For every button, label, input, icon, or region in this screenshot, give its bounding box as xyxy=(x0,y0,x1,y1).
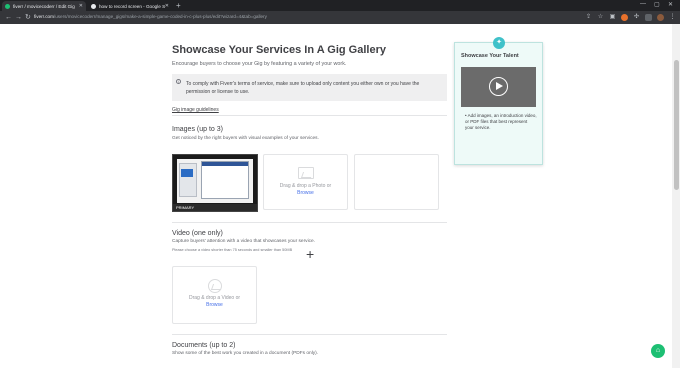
photo-drop-text: Drag & drop a Photo or xyxy=(279,183,332,189)
photo-dropzone[interactable]: Drag & drop a Photo or Browse xyxy=(263,154,348,210)
tab-google-search[interactable]: how to record screen - Google S ✕ xyxy=(88,1,172,11)
photo-placeholder-icon xyxy=(298,167,314,179)
video-dropzone[interactable]: Drag & drop a Video or Browse xyxy=(172,266,257,324)
maximize-icon[interactable]: ▢ xyxy=(654,1,660,8)
mouse-cursor-crosshair: + xyxy=(306,246,315,262)
primary-image-thumbnail[interactable]: PRIMARY xyxy=(172,154,258,212)
terms-notice: i To comply with Fiverr's terms of servi… xyxy=(172,74,447,101)
tab-fiverr-edit-gig[interactable]: fiverr / movicecoderr / Edit Gig ✕ xyxy=(2,1,86,11)
new-tab-button[interactable]: + xyxy=(176,1,181,10)
forward-icon[interactable]: → xyxy=(15,13,22,22)
browser-tab-strip: fiverr / movicecoderr / Edit Gig ✕ how t… xyxy=(0,0,680,11)
extension-grey-icon[interactable] xyxy=(645,14,652,21)
gig-gallery-page: Showcase Your Services In A Gig Gallery … xyxy=(0,24,672,368)
extension-orange-icon[interactable] xyxy=(621,14,628,21)
share-icon[interactable]: ⇪ xyxy=(585,14,592,21)
lightbulb-icon: ✦ xyxy=(493,37,505,49)
close-tab-icon[interactable]: ✕ xyxy=(165,3,169,9)
images-section-title: Images (up to 3) xyxy=(172,126,223,133)
images-section-desc: Get noticed by the right buyers with vis… xyxy=(172,136,319,141)
divider xyxy=(172,222,447,223)
showcase-tip-card: ✦ Showcase Your Talent • Add images, an … xyxy=(454,37,543,165)
google-favicon-icon xyxy=(91,3,96,9)
tip-bullet: • Add images, an introduction video, or … xyxy=(465,113,537,130)
fiverr-favicon-icon xyxy=(5,3,10,9)
address-bar[interactable]: fiverr.com/users/movicecoderr/manage_gig… xyxy=(34,13,574,23)
scrollbar-thumb[interactable] xyxy=(673,60,679,190)
video-drop-text: Drag & drop a Video or xyxy=(188,295,241,301)
profile-avatar-icon[interactable] xyxy=(657,14,664,21)
close-window-icon[interactable]: ✕ xyxy=(668,1,673,8)
play-icon[interactable] xyxy=(489,77,508,96)
puzzle-icon[interactable]: ✣ xyxy=(633,14,640,21)
minimize-icon[interactable]: — xyxy=(640,1,646,7)
video-section-title: Video (one only) xyxy=(172,230,223,237)
empty-image-slot[interactable] xyxy=(354,154,439,210)
page-scrollbar[interactable] xyxy=(672,24,680,368)
notice-text: To comply with Fiverr's terms of service… xyxy=(186,81,420,95)
video-section-desc: Capture buyers' attention with a video t… xyxy=(172,239,316,244)
video-browse-link[interactable]: Browse xyxy=(173,302,256,308)
page-subtitle: Encourage buyers to choose your Gig by f… xyxy=(172,61,347,67)
close-tab-icon[interactable]: ✕ xyxy=(79,3,83,9)
bookmark-star-icon[interactable]: ☆ xyxy=(597,14,604,21)
url-text: fiverr.com/users/movicecoderr/manage_gig… xyxy=(34,14,267,19)
video-size-note: Please choose a video shorter than 75 se… xyxy=(172,248,293,252)
gig-image-guidelines-link[interactable]: Gig image guidelines xyxy=(172,107,219,113)
tip-video-preview[interactable] xyxy=(461,67,536,107)
url-host: fiverr.com xyxy=(34,14,54,19)
home-icon: ⌂ xyxy=(655,347,661,354)
tip-title: Showcase Your Talent xyxy=(461,53,519,59)
reload-icon[interactable]: ↻ xyxy=(25,13,31,22)
tab-title: how to record screen - Google S xyxy=(99,3,166,9)
extension-icon[interactable]: ▣ xyxy=(609,14,616,21)
documents-section-title: Documents (up to 2) xyxy=(172,342,236,349)
documents-section-desc: Show some of the best work you created i… xyxy=(172,351,319,356)
divider xyxy=(172,115,447,116)
url-path: /users/movicecoderr/manage_gigs/make-a-s… xyxy=(53,14,267,19)
menu-icon[interactable]: ⋮ xyxy=(669,14,676,21)
back-icon[interactable]: ← xyxy=(5,13,12,22)
tab-title: fiverr / movicecoderr / Edit Gig xyxy=(13,3,75,9)
photo-browse-link[interactable]: Browse xyxy=(264,190,347,196)
screenshot-preview xyxy=(177,159,253,203)
info-icon: i xyxy=(176,79,181,84)
help-chat-button[interactable]: ⌂ xyxy=(651,344,665,358)
primary-badge: PRIMARY xyxy=(176,205,195,210)
divider xyxy=(172,334,447,335)
page-title: Showcase Your Services In A Gig Gallery xyxy=(172,44,386,56)
video-placeholder-icon xyxy=(208,279,222,293)
browser-toolbar: ← → ↻ fiverr.com/users/movicecoderr/mana… xyxy=(0,11,680,24)
